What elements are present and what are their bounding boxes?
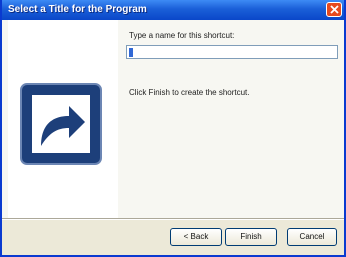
wizard-content: Type a name for this shortcut: Click Fin… — [2, 20, 344, 218]
title-bar[interactable]: Select a Title for the Program — [2, 0, 344, 20]
selected-name-text — [129, 48, 133, 57]
icon-pane — [8, 20, 118, 218]
finish-hint: Click Finish to create the shortcut. — [129, 88, 250, 97]
window-title: Select a Title for the Program — [8, 4, 147, 15]
back-button[interactable]: < Back — [170, 228, 222, 246]
shortcut-name-label: Type a name for this shortcut: — [129, 31, 235, 40]
cancel-button[interactable]: Cancel — [287, 228, 337, 246]
close-icon — [330, 5, 339, 14]
finish-button[interactable]: Finish — [225, 228, 277, 246]
wizard-window: Select a Title for the Program Type a na… — [0, 0, 346, 257]
close-button[interactable] — [326, 2, 342, 17]
shortcut-name-input[interactable] — [126, 45, 338, 59]
shortcut-arrow-icon — [20, 83, 102, 165]
footer-divider — [2, 218, 344, 220]
